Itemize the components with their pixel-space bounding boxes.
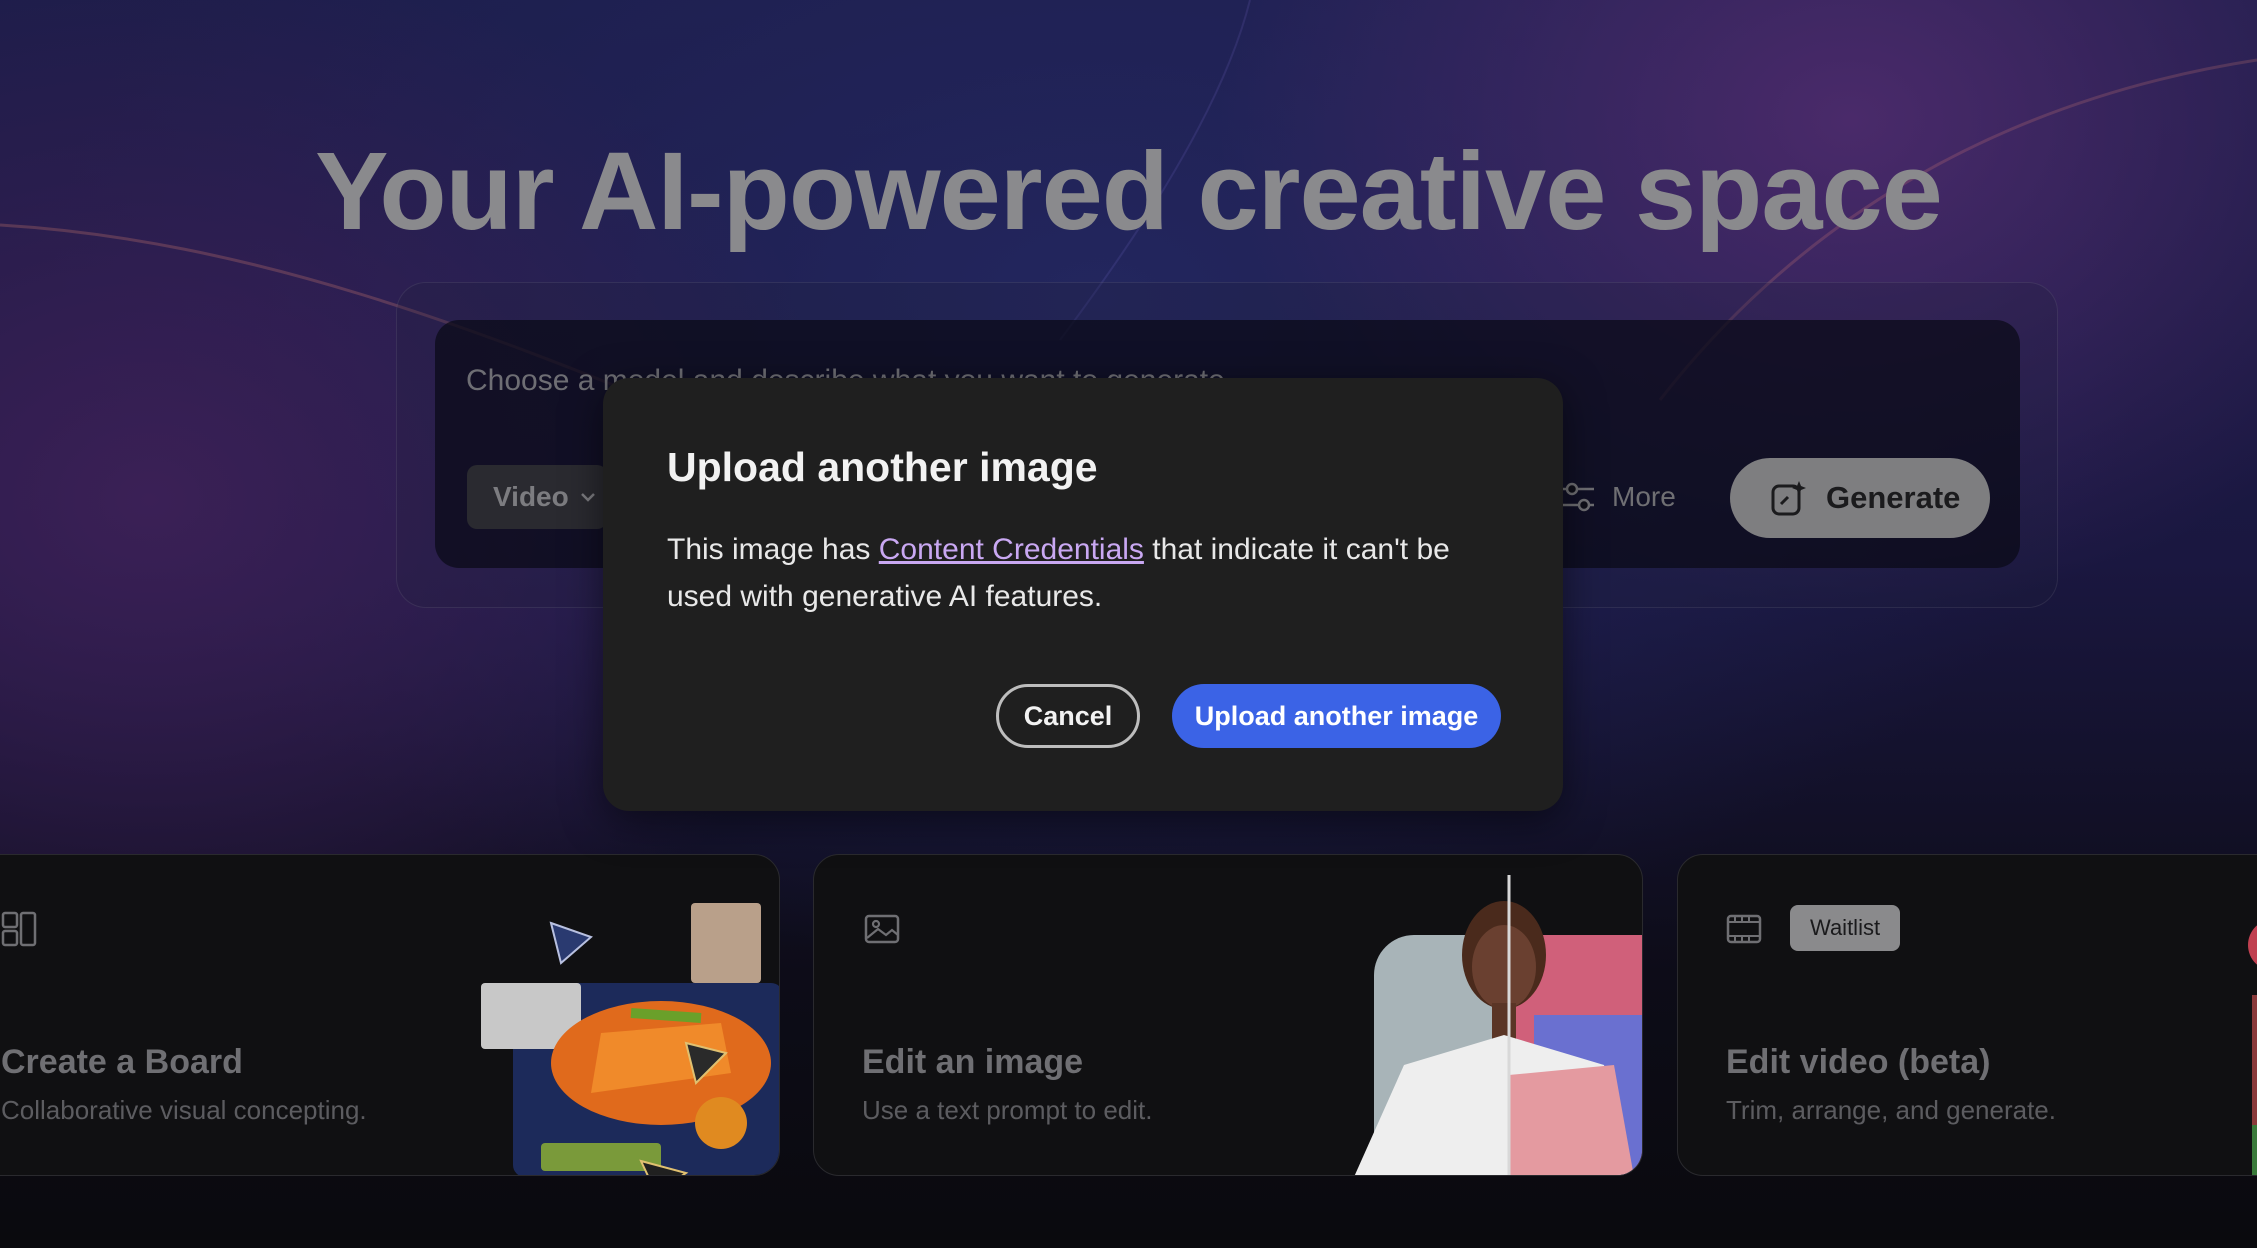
dialog-text-before: This image has	[667, 533, 879, 566]
upload-dialog: Upload another image This image has Cont…	[603, 378, 1563, 811]
dialog-title: Upload another image	[667, 444, 1098, 490]
board-icon	[1, 911, 37, 947]
more-label: More	[1612, 481, 1676, 512]
generate-sparkle-icon	[1771, 481, 1806, 516]
model-select[interactable]: Video	[467, 465, 607, 529]
board-collage-image	[481, 903, 779, 1175]
dialog-message: This image has Content Credentials that …	[667, 526, 1517, 620]
card-title: Create a Board	[1, 1043, 243, 1081]
video-preview-image	[2248, 925, 2257, 1175]
create-board-card[interactable]: Create a Board Collaborative visual conc…	[0, 854, 780, 1176]
waitlist-badge: Waitlist	[1790, 905, 1901, 951]
card-title: Edit an image	[862, 1043, 1084, 1081]
portrait-before-after-image	[1354, 875, 1642, 1175]
hero-title: Your AI-powered creative space	[315, 130, 1943, 253]
card-subtitle: Collaborative visual concepting.	[1, 1095, 367, 1125]
generate-button[interactable]: Generate	[1730, 458, 1990, 538]
edit-video-card[interactable]: Waitlist Edit video (beta) Trim, arrange…	[1677, 854, 2257, 1176]
edit-image-card[interactable]: Edit an image Use a text prompt to edit.	[813, 854, 1643, 1176]
more-settings-button[interactable]: More	[1560, 475, 1676, 519]
upload-another-image-button[interactable]: Upload another image	[1172, 684, 1501, 748]
content-credentials-link[interactable]: Content Credentials	[879, 533, 1144, 566]
sliders-icon	[1562, 482, 1594, 512]
model-select-label: Video	[493, 481, 569, 512]
image-icon	[864, 914, 900, 944]
card-subtitle: Use a text prompt to edit.	[862, 1095, 1153, 1125]
card-title: Edit video (beta)	[1726, 1043, 1991, 1081]
cancel-button[interactable]: Cancel	[996, 684, 1140, 748]
film-icon	[1726, 914, 1762, 944]
generate-label: Generate	[1826, 480, 1961, 515]
card-subtitle: Trim, arrange, and generate.	[1726, 1095, 2056, 1125]
chevron-down-icon	[580, 493, 595, 502]
